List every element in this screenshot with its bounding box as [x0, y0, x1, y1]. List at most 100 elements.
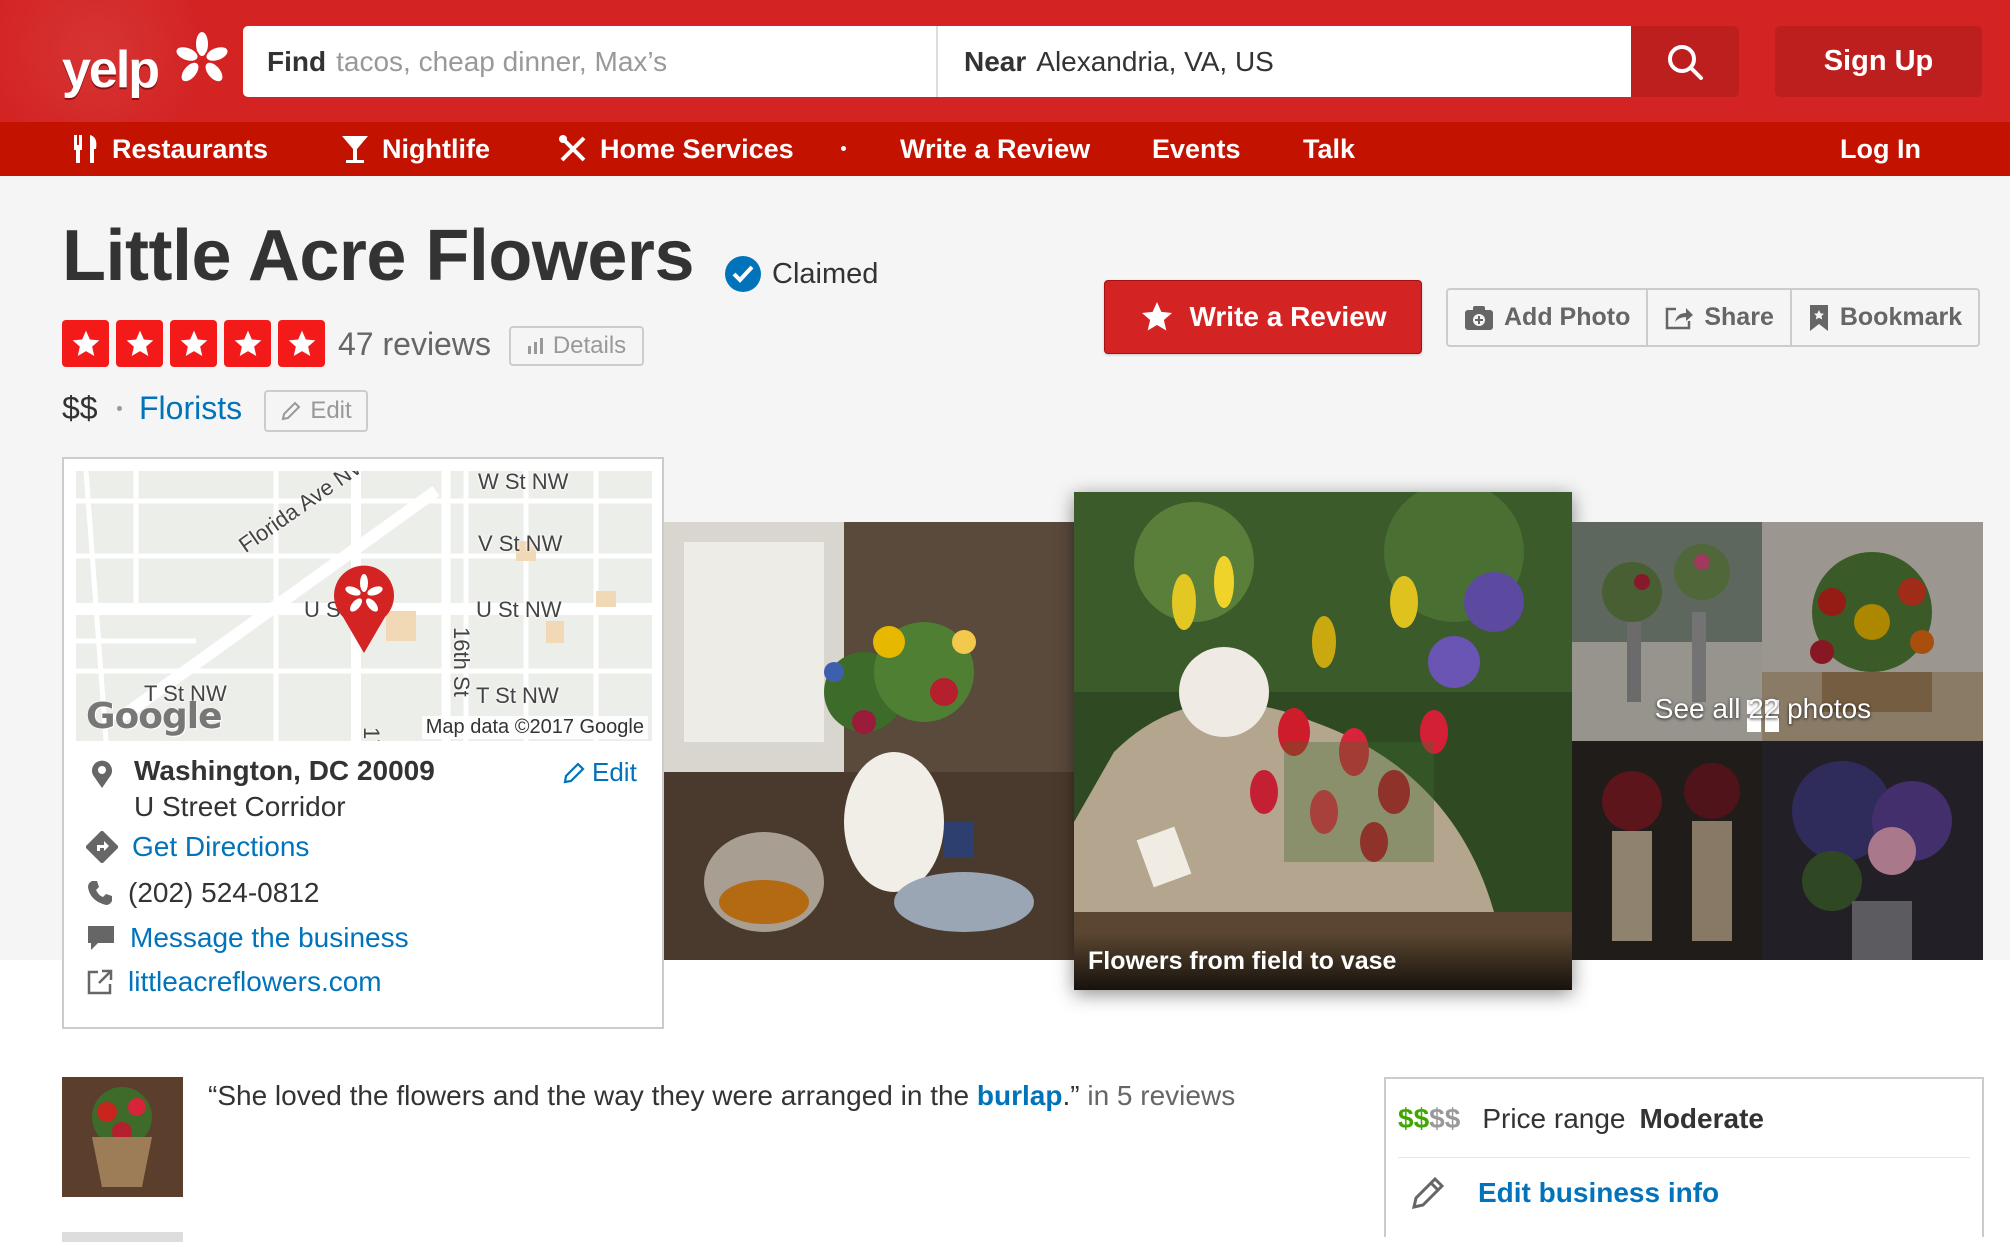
message-icon	[88, 926, 114, 950]
edit-business-info-link[interactable]: Edit business info	[1410, 1175, 1719, 1211]
yelp-logo[interactable]: yelp	[62, 24, 230, 104]
price-range-row: $$$$ Price range Moderate	[1398, 1103, 1764, 1135]
share-label: Share	[1704, 303, 1774, 331]
find-input[interactable]	[336, 45, 897, 78]
website-row[interactable]: littleacreflowers.com	[86, 966, 382, 998]
cocktail-icon	[342, 136, 368, 163]
star-icon	[126, 330, 153, 356]
get-directions-row[interactable]: Get Directions	[86, 831, 309, 863]
bookmark-button[interactable]: Bookmark	[1792, 290, 1978, 345]
near-field[interactable]: Near	[936, 26, 1631, 97]
claimed-label: Claimed	[772, 257, 879, 290]
write-review-button[interactable]: Write a Review	[1104, 280, 1422, 354]
next-highlight-thumbnail	[62, 1232, 183, 1242]
see-all-photos-overlay[interactable]	[1572, 522, 1983, 960]
nav-nightlife[interactable]: Nightlife	[340, 122, 490, 176]
nav-home-services[interactable]: Home Services	[558, 122, 794, 176]
featured-photo-caption: Flowers from field to vase	[1074, 932, 1572, 990]
nav-nightlife-label: Nightlife	[382, 133, 490, 164]
search-button[interactable]	[1631, 26, 1739, 97]
pencil-icon	[282, 401, 301, 421]
star-icon	[180, 330, 207, 356]
star-icon	[288, 330, 315, 356]
near-label: Near	[964, 45, 1027, 77]
edit-category-button[interactable]: Edit	[264, 390, 368, 432]
message-row[interactable]: Message the business	[86, 922, 409, 954]
share-button[interactable]: Share	[1648, 290, 1792, 345]
price-range-value: Moderate	[1639, 1103, 1764, 1134]
review-count: 47 reviews	[338, 326, 491, 362]
star-4	[224, 320, 271, 367]
nav-home-services-label: Home Services	[600, 133, 794, 164]
star-5	[278, 320, 325, 367]
star-2	[116, 320, 163, 367]
quote-end: .”	[1062, 1080, 1080, 1111]
category-link[interactable]: Florists	[139, 390, 242, 427]
address-neighborhood: U Street Corridor	[134, 791, 346, 822]
business-name: Little Acre Flowers	[62, 216, 695, 296]
edit-address-link[interactable]: Edit	[562, 757, 637, 788]
nav-separator	[841, 146, 846, 151]
sign-up-button[interactable]: Sign Up	[1775, 26, 1982, 97]
top-bar: yelp Find Near Sign Up	[0, 0, 2010, 122]
details-button[interactable]: Details	[509, 326, 644, 366]
map-pin-icon[interactable]	[331, 565, 397, 655]
photo-featured-tulips[interactable]: Flowers from field to vase	[1074, 492, 1572, 990]
near-input[interactable]	[1036, 45, 1597, 78]
quote-keyword-link[interactable]: burlap	[977, 1080, 1063, 1111]
star-3	[170, 320, 217, 367]
photo-table-bouquet[interactable]	[664, 522, 1074, 960]
verified-check-icon	[725, 256, 761, 292]
location-card: W St NW V St NW U St NW U S T St NW T St…	[62, 457, 664, 1029]
phone-icon	[88, 881, 112, 905]
photo-image	[664, 522, 1074, 960]
search-bar: Find Near	[243, 26, 1631, 97]
nav-talk[interactable]: Talk	[1303, 122, 1355, 176]
add-photo-label: Add Photo	[1504, 303, 1631, 331]
message-business-link[interactable]: Message the business	[130, 922, 409, 954]
logo-text: yelp	[62, 41, 160, 99]
edit-address-label: Edit	[592, 757, 637, 787]
phone-row: (202) 524-0812	[86, 877, 319, 909]
add-photo-button[interactable]: Add Photo	[1448, 290, 1649, 345]
get-directions-link[interactable]: Get Directions	[132, 831, 309, 863]
quote-start: “She loved the flowers and the way they …	[208, 1080, 977, 1111]
star-icon	[72, 330, 99, 356]
nav-events[interactable]: Events	[1152, 122, 1241, 176]
map-label-17th-st: 17th St NW	[358, 727, 384, 741]
nav-log-in[interactable]: Log In	[1840, 122, 1921, 176]
website-link[interactable]: littleacreflowers.com	[128, 966, 382, 998]
map-label-w-st: W St NW	[478, 471, 569, 494]
bookmark-label: Bookmark	[1839, 303, 1963, 331]
yelp-burst-icon	[174, 30, 230, 84]
quote-review-count[interactable]: in 5 reviews	[1080, 1080, 1235, 1111]
directions-icon	[86, 831, 118, 863]
map-label-v-st: V St NW	[478, 531, 563, 556]
nav-write-review[interactable]: Write a Review	[900, 122, 1090, 176]
tools-icon	[559, 135, 586, 162]
star-icon	[234, 330, 261, 356]
phone-number: (202) 524-0812	[128, 877, 320, 908]
action-button-group: Add Photo Share Bookmark	[1446, 288, 1981, 347]
sidebar-divider	[1398, 1157, 1970, 1158]
map[interactable]: W St NW V St NW U St NW U S T St NW T St…	[76, 471, 652, 741]
external-link-icon	[87, 969, 113, 995]
star-rating	[62, 320, 325, 367]
search-icon	[1668, 44, 1703, 80]
price-dollars-inactive: $$	[1429, 1103, 1461, 1134]
map-label-u-st: U St NW	[476, 597, 562, 622]
category-separator	[117, 406, 122, 411]
claimed-badge[interactable]: Claimed	[724, 255, 878, 293]
find-field[interactable]: Find	[243, 26, 936, 97]
see-all-photos-link[interactable]: See all 22 photos	[1573, 693, 1953, 725]
review-highlight-thumbnail[interactable]	[62, 1077, 183, 1197]
bar-chart-icon	[527, 338, 543, 354]
edit-label: Edit	[310, 397, 352, 424]
nav-restaurants[interactable]: Restaurants	[72, 122, 268, 176]
fork-knife-icon	[74, 135, 97, 163]
pencil-icon	[1412, 1176, 1445, 1209]
address-street: Washington, DC 20009	[134, 755, 435, 786]
photo-image	[1074, 492, 1572, 990]
thumbnail-image	[62, 1077, 183, 1197]
google-logo: Google	[86, 696, 223, 737]
